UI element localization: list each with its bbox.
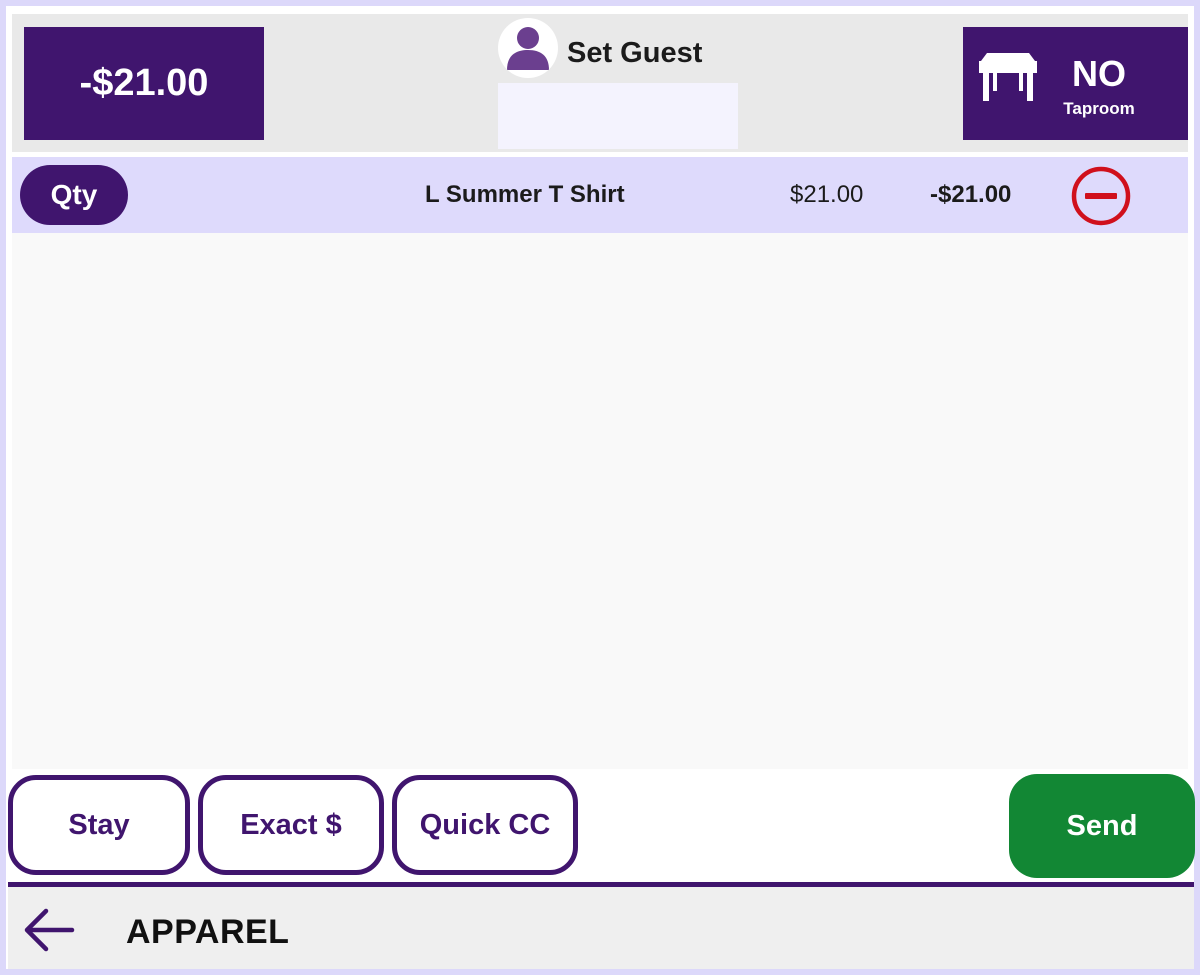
set-guest-button[interactable] — [498, 18, 558, 78]
table-selector[interactable]: NO Taproom — [963, 27, 1188, 140]
back-button[interactable] — [16, 905, 78, 955]
order-item-list: Qty L Summer T Shirt $21.00 -$21.00 — [12, 157, 1188, 769]
qty-button[interactable]: Qty — [20, 165, 128, 225]
user-icon — [507, 27, 549, 70]
order-item-row[interactable]: Qty L Summer T Shirt $21.00 -$21.00 — [12, 157, 1188, 233]
category-title: APPAREL — [126, 913, 290, 951]
minus-circle-icon — [1071, 166, 1131, 226]
guest-name-input[interactable] — [498, 83, 738, 149]
table-area: Taproom — [1063, 99, 1135, 118]
category-footer: APPAREL — [8, 887, 1194, 969]
order-total-value: -$21.00 — [79, 62, 209, 104]
arrow-left-icon — [24, 908, 75, 952]
send-button[interactable]: Send — [1009, 774, 1195, 878]
item-name: L Summer T Shirt — [425, 181, 625, 208]
remove-item-button[interactable] — [1070, 165, 1132, 227]
table-number: NO — [1072, 53, 1126, 94]
stay-button[interactable]: Stay — [8, 775, 190, 875]
order-total-box[interactable]: -$21.00 — [24, 27, 264, 140]
quick-cc-button[interactable]: Quick CC — [392, 775, 578, 875]
table-icon — [979, 53, 1037, 101]
set-guest-label[interactable]: Set Guest — [567, 34, 702, 72]
action-bar: Stay Exact $ Quick CC Send — [6, 769, 1195, 882]
exact-amount-button[interactable]: Exact $ — [198, 775, 384, 875]
item-price: $21.00 — [790, 181, 864, 208]
item-total: -$21.00 — [930, 181, 1012, 208]
